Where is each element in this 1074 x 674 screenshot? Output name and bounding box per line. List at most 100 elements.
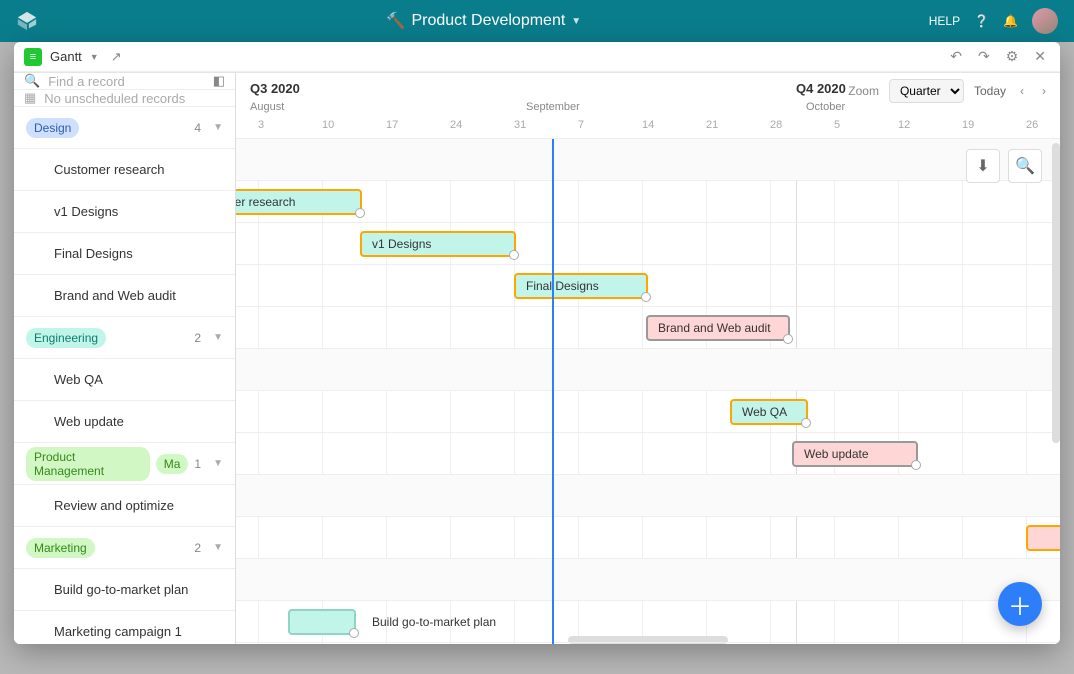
chart-task-row (236, 601, 1060, 643)
day-label: 3 (258, 119, 264, 131)
gantt-toolbar: ≡ Gantt ▼ ↗ ↶ ↷ ⚙ ✕ (14, 42, 1060, 72)
task-row[interactable]: Final Designs (14, 233, 235, 275)
bar-handle[interactable] (349, 628, 359, 638)
group-count: 4 (194, 121, 201, 135)
day-label: 31 (514, 119, 526, 131)
close-icon[interactable]: ✕ (1030, 46, 1050, 67)
gantt-timeline: Q3 2020Q4 2020 AugustSeptemberOctober 31… (236, 73, 1060, 644)
zoom-scale-select[interactable]: Quarter (889, 79, 964, 103)
gantt-bar[interactable] (1026, 525, 1060, 551)
day-label: 26 (1026, 119, 1038, 131)
today-line (552, 139, 554, 644)
app-topbar: 🔨 Product Development ▼ HELP ❔ 🔔 (0, 0, 1074, 42)
task-row[interactable]: Customer research (14, 149, 235, 191)
chart-group-row (236, 349, 1060, 391)
chart-group-row (236, 559, 1060, 601)
app-logo-icon (16, 10, 38, 32)
bar-handle[interactable] (783, 334, 793, 344)
task-row[interactable]: Review and optimize (14, 485, 235, 527)
gantt-chart-area[interactable]: omer research v1 Designs Final Designs Bran… (236, 139, 1060, 644)
gantt-bar[interactable]: Web QA (730, 399, 808, 425)
sidebar-search[interactable]: 🔍 Find a record ◧ (14, 73, 235, 89)
base-title: Product Development (411, 12, 565, 30)
task-row[interactable]: Web update (14, 401, 235, 443)
group-row[interactable]: Engineering2▼ (14, 317, 235, 359)
day-label: 5 (834, 119, 840, 131)
unscheduled-row[interactable]: ▦ No unscheduled records (14, 89, 235, 107)
chart-task-row (236, 517, 1060, 559)
task-row[interactable]: v1 Designs (14, 191, 235, 233)
nav-prev-icon[interactable]: ‹ (1016, 82, 1028, 100)
redo-icon[interactable]: ↷ (974, 46, 994, 67)
floating-tools: ⬇ 🔍 (966, 149, 1042, 183)
chevron-down-icon[interactable]: ▼ (213, 458, 223, 469)
gantt-bar[interactable] (288, 609, 356, 635)
notifications-icon[interactable]: 🔔 (1003, 14, 1018, 28)
quarter-label: Q3 2020 (250, 81, 300, 96)
day-label: 12 (898, 119, 910, 131)
user-avatar[interactable] (1032, 8, 1058, 34)
chart-task-row (236, 391, 1060, 433)
day-label: 14 (642, 119, 654, 131)
gantt-bar-label: Build go-to-market plan (372, 615, 496, 629)
bar-handle[interactable] (509, 250, 519, 260)
chart-group-row (236, 475, 1060, 517)
gantt-window: ≡ Gantt ▼ ↗ ↶ ↷ ⚙ ✕ 🔍 Find a record ◧ ▦ … (14, 42, 1060, 644)
help-icon[interactable]: ❔ (974, 14, 989, 28)
group-row[interactable]: Marketing2▼ (14, 527, 235, 569)
help-link[interactable]: HELP (929, 14, 960, 28)
timeline-header: Q3 2020Q4 2020 AugustSeptemberOctober 31… (236, 73, 1060, 139)
bar-handle[interactable] (801, 418, 811, 428)
calendar-icon: ▦ (24, 90, 36, 106)
gantt-bar[interactable]: v1 Designs (360, 231, 516, 257)
unscheduled-label: No unscheduled records (44, 91, 185, 106)
nav-next-icon[interactable]: › (1038, 82, 1050, 100)
group-count: 2 (194, 541, 201, 555)
bar-handle[interactable] (641, 292, 651, 302)
undo-icon[interactable]: ↶ (946, 46, 966, 67)
gantt-view-icon: ≡ (24, 48, 42, 66)
search-chart-icon[interactable]: 🔍 (1008, 149, 1042, 183)
chevron-down-icon[interactable]: ▼ (213, 122, 223, 133)
view-name[interactable]: Gantt (50, 49, 82, 64)
gantt-bar[interactable]: Web update (792, 441, 918, 467)
gantt-bar[interactable]: Brand and Web audit (646, 315, 790, 341)
base-title-dropdown[interactable]: 🔨 Product Development ▼ (38, 11, 929, 31)
group-chip: Engineering (26, 328, 106, 348)
gantt-bar[interactable]: omer research (236, 189, 362, 215)
settings-gear-icon[interactable]: ⚙ (1002, 46, 1023, 67)
bar-handle[interactable] (911, 460, 921, 470)
task-row[interactable]: Marketing campaign 1 (14, 611, 235, 644)
month-label: October (806, 101, 845, 113)
chart-task-row (236, 643, 1060, 644)
day-label: 19 (962, 119, 974, 131)
group-row[interactable]: Design 4 ▼ (14, 107, 235, 149)
today-button[interactable]: Today (974, 84, 1006, 98)
chart-group-row (236, 139, 1060, 181)
group-chip: Design (26, 118, 79, 138)
day-label: 24 (450, 119, 462, 131)
download-icon[interactable]: ⬇ (966, 149, 1000, 183)
chevron-down-icon[interactable]: ▼ (213, 542, 223, 553)
popout-icon[interactable]: ↗ (111, 49, 122, 65)
bar-handle[interactable] (355, 208, 365, 218)
quarter-label: Q4 2020 (796, 81, 846, 96)
gantt-sidebar: 🔍 Find a record ◧ ▦ No unscheduled recor… (14, 73, 236, 644)
group-row[interactable]: Product ManagementMa1▼ (14, 443, 235, 485)
month-label: September (526, 101, 580, 113)
day-label: 10 (322, 119, 334, 131)
vertical-scrollbar[interactable] (1052, 143, 1060, 443)
zoom-label: Zoom (848, 84, 879, 98)
add-record-button[interactable]: ＋ (998, 582, 1042, 626)
day-label: 28 (770, 119, 782, 131)
month-label: August (250, 101, 284, 113)
caret-down-icon: ▼ (571, 16, 581, 27)
day-label: 21 (706, 119, 718, 131)
collapse-sidebar-icon[interactable]: ◧ (213, 73, 225, 89)
chevron-down-icon[interactable]: ▼ (213, 332, 223, 343)
view-caret-icon[interactable]: ▼ (90, 52, 99, 62)
task-row[interactable]: Brand and Web audit (14, 275, 235, 317)
task-row[interactable]: Build go-to-market plan (14, 569, 235, 611)
task-row[interactable]: Web QA (14, 359, 235, 401)
gantt-bar[interactable]: Final Designs (514, 273, 648, 299)
